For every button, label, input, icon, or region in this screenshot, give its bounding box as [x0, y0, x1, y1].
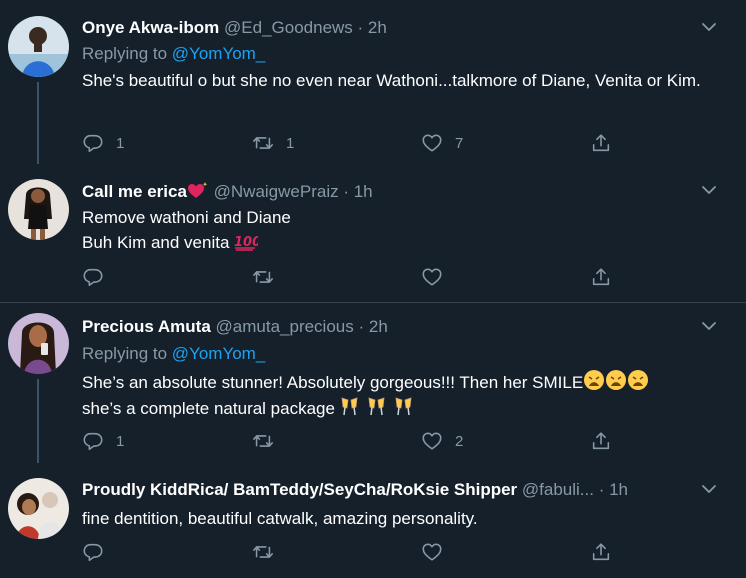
reply-count: 1: [116, 134, 125, 152]
thread-connector: [37, 82, 39, 164]
clinking-glasses-emoji: [341, 397, 412, 416]
tweet-text-line: She’s an absolute stunner! Absolutely go…: [82, 369, 732, 395]
avatar[interactable]: [8, 313, 69, 374]
reply-icon: [83, 432, 103, 451]
share-button[interactable]: [590, 429, 612, 453]
tweet-3[interactable]: Precious Amuta @amuta_precious · 2h Repl…: [0, 303, 746, 467]
display-name[interactable]: Onye Akwa-ibom: [82, 18, 219, 37]
thread-connector: [37, 379, 39, 463]
share-button[interactable]: [590, 131, 612, 155]
tweet-text: She’s an absolute stunner! Absolutely go…: [82, 369, 732, 421]
reply-count: 1: [116, 432, 125, 450]
like-icon: [422, 432, 442, 450]
share-button[interactable]: [590, 265, 612, 289]
replying-to-mention[interactable]: @YomYom_: [172, 44, 266, 63]
like-button[interactable]: 7: [421, 131, 463, 155]
like-icon: [422, 543, 442, 561]
tweet-actions: [82, 540, 722, 564]
share-icon: [592, 432, 610, 450]
tweet-header: Proudly KiddRica/ BamTeddy/SeyCha/RoKsie…: [82, 479, 628, 501]
tweet-text-line: Buh Kim and venita 100: [82, 230, 732, 255]
retweet-count: 1: [286, 134, 295, 152]
tweet-header: Call me erica @NwaigwePraiz · 1h: [82, 180, 373, 202]
display-name-text: Call me erica: [82, 182, 187, 201]
retweet-icon: [253, 435, 273, 447]
chevron-down-icon[interactable]: [700, 480, 718, 498]
user-handle[interactable]: @NwaigwePraiz: [214, 182, 339, 201]
chevron-down-icon[interactable]: [700, 18, 718, 36]
display-name[interactable]: Call me erica: [82, 182, 209, 201]
reply-icon: [83, 268, 103, 287]
retweet-button[interactable]: 1: [252, 131, 294, 155]
reply-icon: [83, 543, 103, 562]
like-button[interactable]: 2: [421, 429, 463, 453]
tweet-2[interactable]: Call me erica @NwaigwePraiz · 1h Remove …: [0, 168, 746, 302]
tweet-text: Remove wathoni and Diane Buh Kim and ven…: [82, 205, 732, 255]
tweet-header: Precious Amuta @amuta_precious · 2h: [82, 316, 388, 338]
timestamp[interactable]: 2h: [368, 18, 387, 37]
display-name[interactable]: Precious Amuta: [82, 317, 211, 336]
chevron-down-icon[interactable]: [700, 181, 718, 199]
tweet-text: She's beautiful o but she no even near W…: [82, 71, 701, 90]
tweet-actions: [82, 265, 722, 289]
reply-button[interactable]: 1: [82, 131, 124, 155]
retweet-icon: [253, 137, 273, 149]
reply-icon: [83, 134, 103, 153]
tweet-header: Onye Akwa-ibom @Ed_Goodnews · 2h: [82, 17, 387, 39]
retweet-button[interactable]: [252, 429, 286, 453]
tweet-text-line: she’s a complete natural package: [82, 395, 732, 421]
retweet-button[interactable]: [252, 265, 286, 289]
display-name[interactable]: Proudly KiddRica/ BamTeddy/SeyCha/RoKsie…: [82, 480, 517, 499]
tweet-text-line: Remove wathoni and Diane: [82, 208, 291, 227]
chevron-down-icon[interactable]: [700, 317, 718, 335]
timestamp[interactable]: 1h: [609, 480, 628, 499]
tweet-actions: 1 2: [82, 429, 722, 453]
tweet-1[interactable]: Onye Akwa-ibom @Ed_Goodnews · 2h Replyin…: [0, 0, 746, 168]
replying-to: Replying to @YomYom_: [82, 43, 265, 65]
retweet-icon: [253, 271, 273, 283]
replying-to-mention[interactable]: @YomYom_: [172, 344, 266, 363]
tweet-4[interactable]: Proudly KiddRica/ BamTeddy/SeyCha/RoKsie…: [0, 467, 746, 578]
reply-button[interactable]: [82, 265, 116, 289]
like-icon: [422, 134, 442, 152]
user-handle[interactable]: @amuta_precious: [216, 317, 354, 336]
like-button[interactable]: [421, 540, 455, 564]
retweet-button[interactable]: [252, 540, 286, 564]
share-button[interactable]: [590, 540, 612, 564]
sparkling-heart-emoji: [187, 182, 208, 198]
replying-to: Replying to @YomYom_: [82, 343, 265, 365]
tweet-actions: 1 1 7: [82, 131, 722, 155]
share-icon: [592, 268, 610, 286]
separator: ·: [338, 182, 354, 201]
like-button[interactable]: [421, 265, 455, 289]
timestamp[interactable]: 1h: [354, 182, 373, 201]
reply-button[interactable]: 1: [82, 429, 124, 453]
avatar[interactable]: [8, 16, 69, 77]
separator: ·: [353, 317, 369, 336]
hundred-points-emoji: 100: [234, 235, 258, 251]
separator: ·: [593, 480, 610, 499]
retweet-icon: [253, 546, 273, 558]
weary-face-emoji: [584, 370, 649, 390]
timestamp[interactable]: 2h: [369, 317, 388, 336]
share-icon: [592, 134, 610, 152]
reply-button[interactable]: [82, 540, 116, 564]
tweet-text: fine dentition, beautiful catwalk, amazi…: [82, 509, 478, 528]
separator: ·: [352, 18, 368, 37]
like-count: 2: [455, 432, 464, 450]
user-handle[interactable]: @Ed_Goodnews: [224, 18, 353, 37]
like-count: 7: [455, 134, 464, 152]
replying-to-label: Replying to: [82, 44, 168, 63]
share-icon: [592, 543, 610, 561]
replying-to-label: Replying to: [82, 344, 168, 363]
avatar[interactable]: [8, 179, 69, 240]
user-handle[interactable]: @fabuli...: [522, 480, 594, 499]
like-icon: [422, 268, 442, 286]
avatar[interactable]: [8, 478, 69, 539]
